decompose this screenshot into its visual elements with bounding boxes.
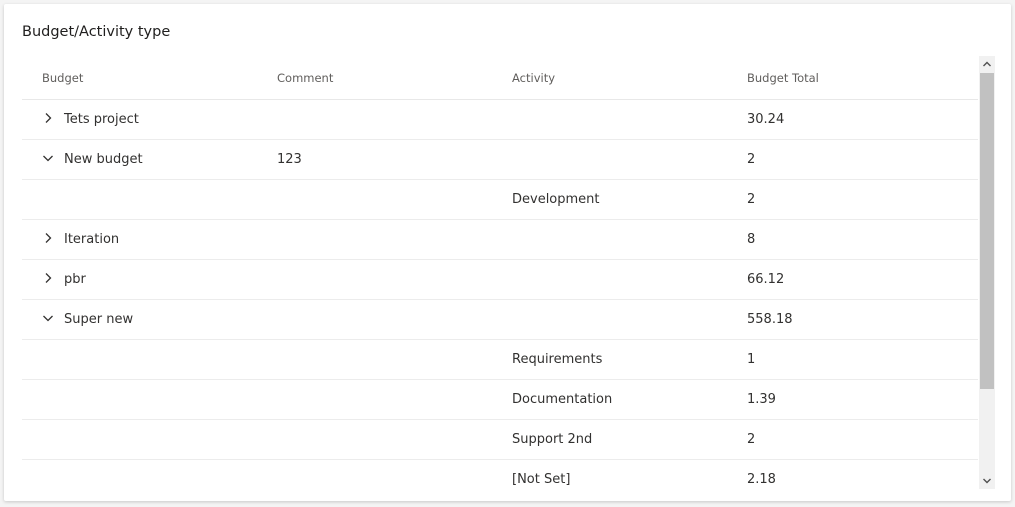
chevron-right-icon[interactable] [40,110,56,126]
budget-cell: Tets project [64,112,139,127]
chevron-down-icon[interactable] [40,310,56,326]
chevron-right-icon[interactable] [40,230,56,246]
budget-total-cell: 66.12 [747,272,785,287]
budget-total-cell: 2 [747,432,756,447]
table-row[interactable]: Development 2 [22,180,978,220]
budget-total-cell: 1 [747,352,756,367]
group-row[interactable]: Tets project 30.24 [22,100,978,140]
budget-cell: Super new [64,312,134,327]
budget-total-cell: 558.18 [747,312,793,327]
card-title: Budget/Activity type [22,24,171,40]
grid-header: Budget Comment Activity Budget Total [22,56,978,100]
group-row[interactable]: pbr 66.12 [22,260,978,300]
table-row[interactable]: Documentation 1.39 [22,380,978,420]
chevron-right-icon[interactable] [40,270,56,286]
table-row[interactable]: Support 2nd 2 [22,420,978,460]
scroll-down-arrow-icon[interactable] [979,473,995,489]
table-row[interactable]: Requirements 1 [22,340,978,380]
budget-cell: pbr [64,272,86,287]
budget-total-cell: 8 [747,232,756,247]
grid-rows: Tets project 30.24 New budget 123 2 Developme… [22,100,978,489]
scroll-thumb[interactable] [980,73,994,389]
table-row[interactable]: [Not Set] 2.18 [22,460,978,489]
budget-total-cell: 2 [747,192,756,207]
budget-cell: New budget [64,152,143,167]
column-header-comment[interactable]: Comment [277,71,333,85]
budget-total-cell: 2.18 [747,472,776,487]
activity-cell: Development [512,192,600,207]
activity-cell: Support 2nd [512,432,593,447]
column-header-activity[interactable]: Activity [512,71,555,85]
column-header-budget[interactable]: Budget [42,71,83,85]
activity-cell: Documentation [512,392,613,407]
scroll-up-arrow-icon[interactable] [979,56,995,72]
vertical-scrollbar[interactable] [979,56,995,489]
budget-cell: Iteration [64,232,120,247]
budget-total-cell: 1.39 [747,392,776,407]
column-header-budget-total[interactable]: Budget Total [747,71,819,85]
budget-total-cell: 2 [747,152,756,167]
budget-total-cell: 30.24 [747,112,785,127]
comment-cell: 123 [277,152,302,167]
group-row[interactable]: Super new 558.18 [22,300,978,340]
budget-grid: Budget Comment Activity Budget Total Tet… [22,56,978,489]
budget-activity-card: Budget/Activity type Budget Comment Acti… [4,4,1011,501]
activity-cell: [Not Set] [512,472,571,487]
chevron-down-icon[interactable] [40,150,56,166]
group-row[interactable]: New budget 123 2 [22,140,978,180]
group-row[interactable]: Iteration 8 [22,220,978,260]
activity-cell: Requirements [512,352,603,367]
